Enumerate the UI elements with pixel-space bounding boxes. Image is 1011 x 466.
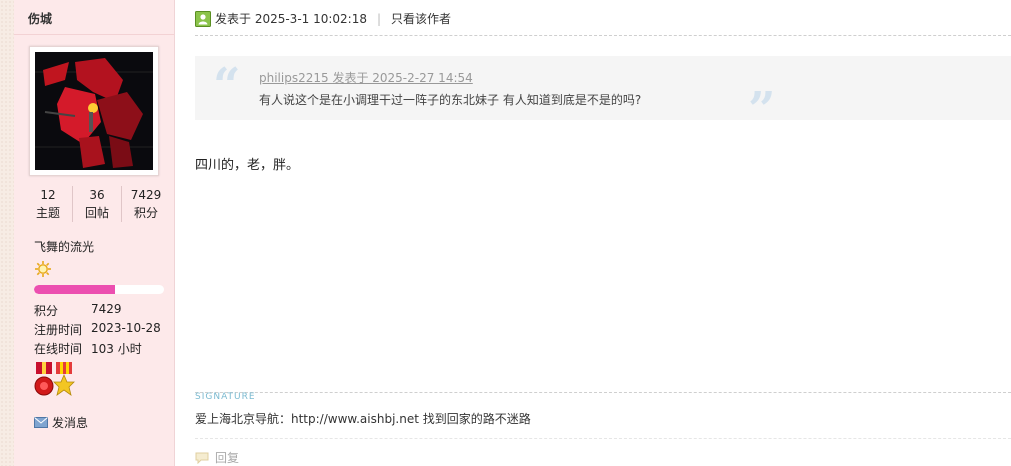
- post-body-text: 四川的，老，胖。: [195, 158, 300, 173]
- stat-label: 回帖: [84, 206, 109, 220]
- post-header: 发表于 2025-3-1 10:02:18 | 只看该作者: [195, 10, 451, 27]
- usergroup-name[interactable]: 飞舞的流光: [34, 238, 94, 255]
- info-label: 积分: [34, 304, 59, 318]
- info-register-date: 注册时间 2023-10-28: [34, 321, 161, 338]
- quote-block: “ philips2215 发表于 2025-2-27 14:54 有人说这个是…: [195, 56, 1011, 138]
- stat-value: 12: [40, 188, 56, 202]
- medal-gold-icon: [53, 362, 75, 396]
- stat-replies[interactable]: 36 回帖: [72, 186, 121, 222]
- stat-label: 积分: [133, 206, 158, 220]
- envelope-icon: [34, 417, 48, 428]
- info-value: 7429: [91, 302, 122, 316]
- signature-label: SIGNATURE: [195, 392, 256, 402]
- avatar[interactable]: [29, 46, 159, 176]
- online-user-icon: [195, 10, 211, 27]
- reply-button[interactable]: 回复: [195, 449, 239, 466]
- stat-value: 36: [89, 188, 105, 202]
- author-stats: 12 主题 36 回帖 7429 积分: [24, 186, 170, 222]
- speech-bubble-icon: [195, 452, 209, 464]
- divider: [195, 438, 1011, 439]
- stat-threads[interactable]: 12 主题: [24, 186, 72, 222]
- medal-red-icon: [34, 362, 54, 396]
- signature-text[interactable]: 爱上海北京导航：http://www.aishbj.net 找到回家的路不迷路: [195, 410, 531, 427]
- stat-value: 7429: [130, 188, 162, 202]
- stat-points[interactable]: 7429 积分: [121, 186, 170, 222]
- divider: [195, 35, 1011, 36]
- info-value: 103 小时: [91, 342, 142, 356]
- close-quote-icon: ”: [748, 82, 776, 138]
- medals: [34, 362, 76, 398]
- quote-author-link[interactable]: philips2215 发表于 2025-2-27 14:54: [259, 69, 473, 86]
- open-quote-icon: “: [213, 58, 241, 114]
- separator: |: [377, 11, 382, 26]
- info-label: 注册时间: [34, 323, 83, 337]
- only-author-link[interactable]: 只看该作者: [391, 10, 451, 27]
- post-content-area: 发表于 2025-3-1 10:02:18 | 只看该作者 “ philips2…: [175, 0, 1011, 466]
- info-label: 在线时间: [34, 342, 83, 356]
- sun-star-icon: [34, 260, 52, 278]
- quote-text: 有人说这个是在小调理干过一阵子的东北妹子 有人知道到底是不是的吗?: [259, 93, 642, 107]
- author-sidebar: 伤城 12 主题 36 回帖 7429 积分 飞舞的流光 积分 7429 注册时…: [14, 0, 175, 466]
- info-points: 积分 7429: [34, 302, 122, 319]
- divider: [14, 34, 174, 35]
- author-username[interactable]: 伤城: [28, 10, 52, 27]
- stat-label: 主题: [35, 206, 60, 220]
- signature-divider: [195, 392, 1011, 393]
- reply-label: 回复: [215, 451, 240, 465]
- send-message-label: 发消息: [52, 416, 89, 430]
- level-progress-bar: [34, 285, 164, 294]
- send-message-link[interactable]: 发消息: [34, 414, 88, 431]
- info-value: 2023-10-28: [91, 321, 161, 335]
- avatar-image: [35, 52, 153, 170]
- post-timestamp: 发表于 2025-3-1 10:02:18: [215, 12, 367, 26]
- level-progress-fill: [34, 285, 115, 294]
- info-online-time: 在线时间 103 小时: [34, 340, 142, 357]
- page-background-stripe: [0, 0, 14, 466]
